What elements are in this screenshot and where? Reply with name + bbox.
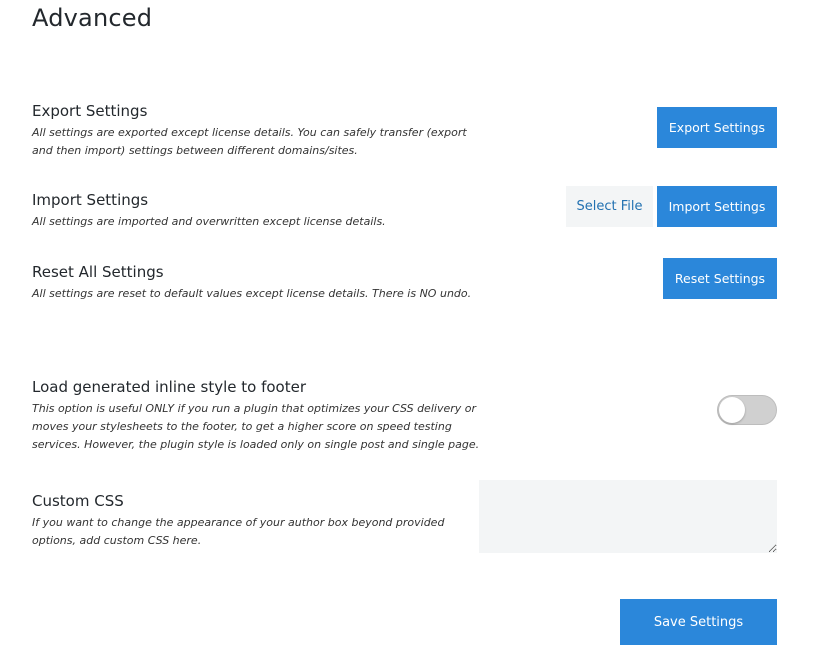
- export-settings-button[interactable]: Export Settings: [657, 107, 777, 148]
- footer-style-description: This option is useful ONLY if you run a …: [32, 400, 479, 454]
- reset-settings-button[interactable]: Reset Settings: [663, 258, 777, 299]
- custom-css-description-line: If you want to change the appearance of …: [32, 516, 445, 529]
- reset-settings-row: Reset All Settings All settings are rese…: [32, 263, 471, 303]
- select-file-button[interactable]: Select File: [566, 186, 653, 227]
- export-settings-row: Export Settings All settings are exporte…: [32, 102, 467, 160]
- reset-settings-title: Reset All Settings: [32, 263, 164, 281]
- page-title: Advanced: [32, 4, 153, 32]
- footer-style-description-line: This option is useful ONLY if you run a …: [32, 402, 476, 415]
- footer-style-description-line: services. However, the plugin style is l…: [32, 438, 480, 451]
- import-settings-title: Import Settings: [32, 191, 149, 209]
- save-settings-button[interactable]: Save Settings: [620, 599, 777, 645]
- import-settings-row: Import Settings All settings are importe…: [32, 191, 386, 231]
- footer-style-toggle[interactable]: [717, 395, 777, 425]
- footer-style-description-line: moves your stylesheets to the footer, to…: [32, 420, 452, 433]
- reset-settings-description: All settings are reset to default values…: [32, 287, 472, 300]
- custom-css-description-line: options, add custom CSS here.: [32, 534, 202, 547]
- custom-css-row: Custom CSS If you want to change the app…: [32, 492, 444, 550]
- export-settings-description: All settings are exported except license…: [32, 124, 467, 160]
- custom-css-description: If you want to change the appearance of …: [32, 514, 444, 550]
- toggle-knob: [719, 397, 745, 423]
- export-settings-title: Export Settings: [32, 102, 148, 120]
- export-description-line: and then import) settings between differ…: [32, 144, 358, 157]
- footer-style-title: Load generated inline style to footer: [32, 378, 306, 396]
- import-settings-description: All settings are imported and overwritte…: [32, 215, 386, 228]
- import-settings-button[interactable]: Import Settings: [657, 186, 777, 227]
- custom-css-textarea[interactable]: [479, 480, 777, 553]
- footer-style-row: Load generated inline style to footer Th…: [32, 378, 479, 454]
- custom-css-title: Custom CSS: [32, 492, 124, 510]
- export-description-line: All settings are exported except license…: [32, 126, 467, 139]
